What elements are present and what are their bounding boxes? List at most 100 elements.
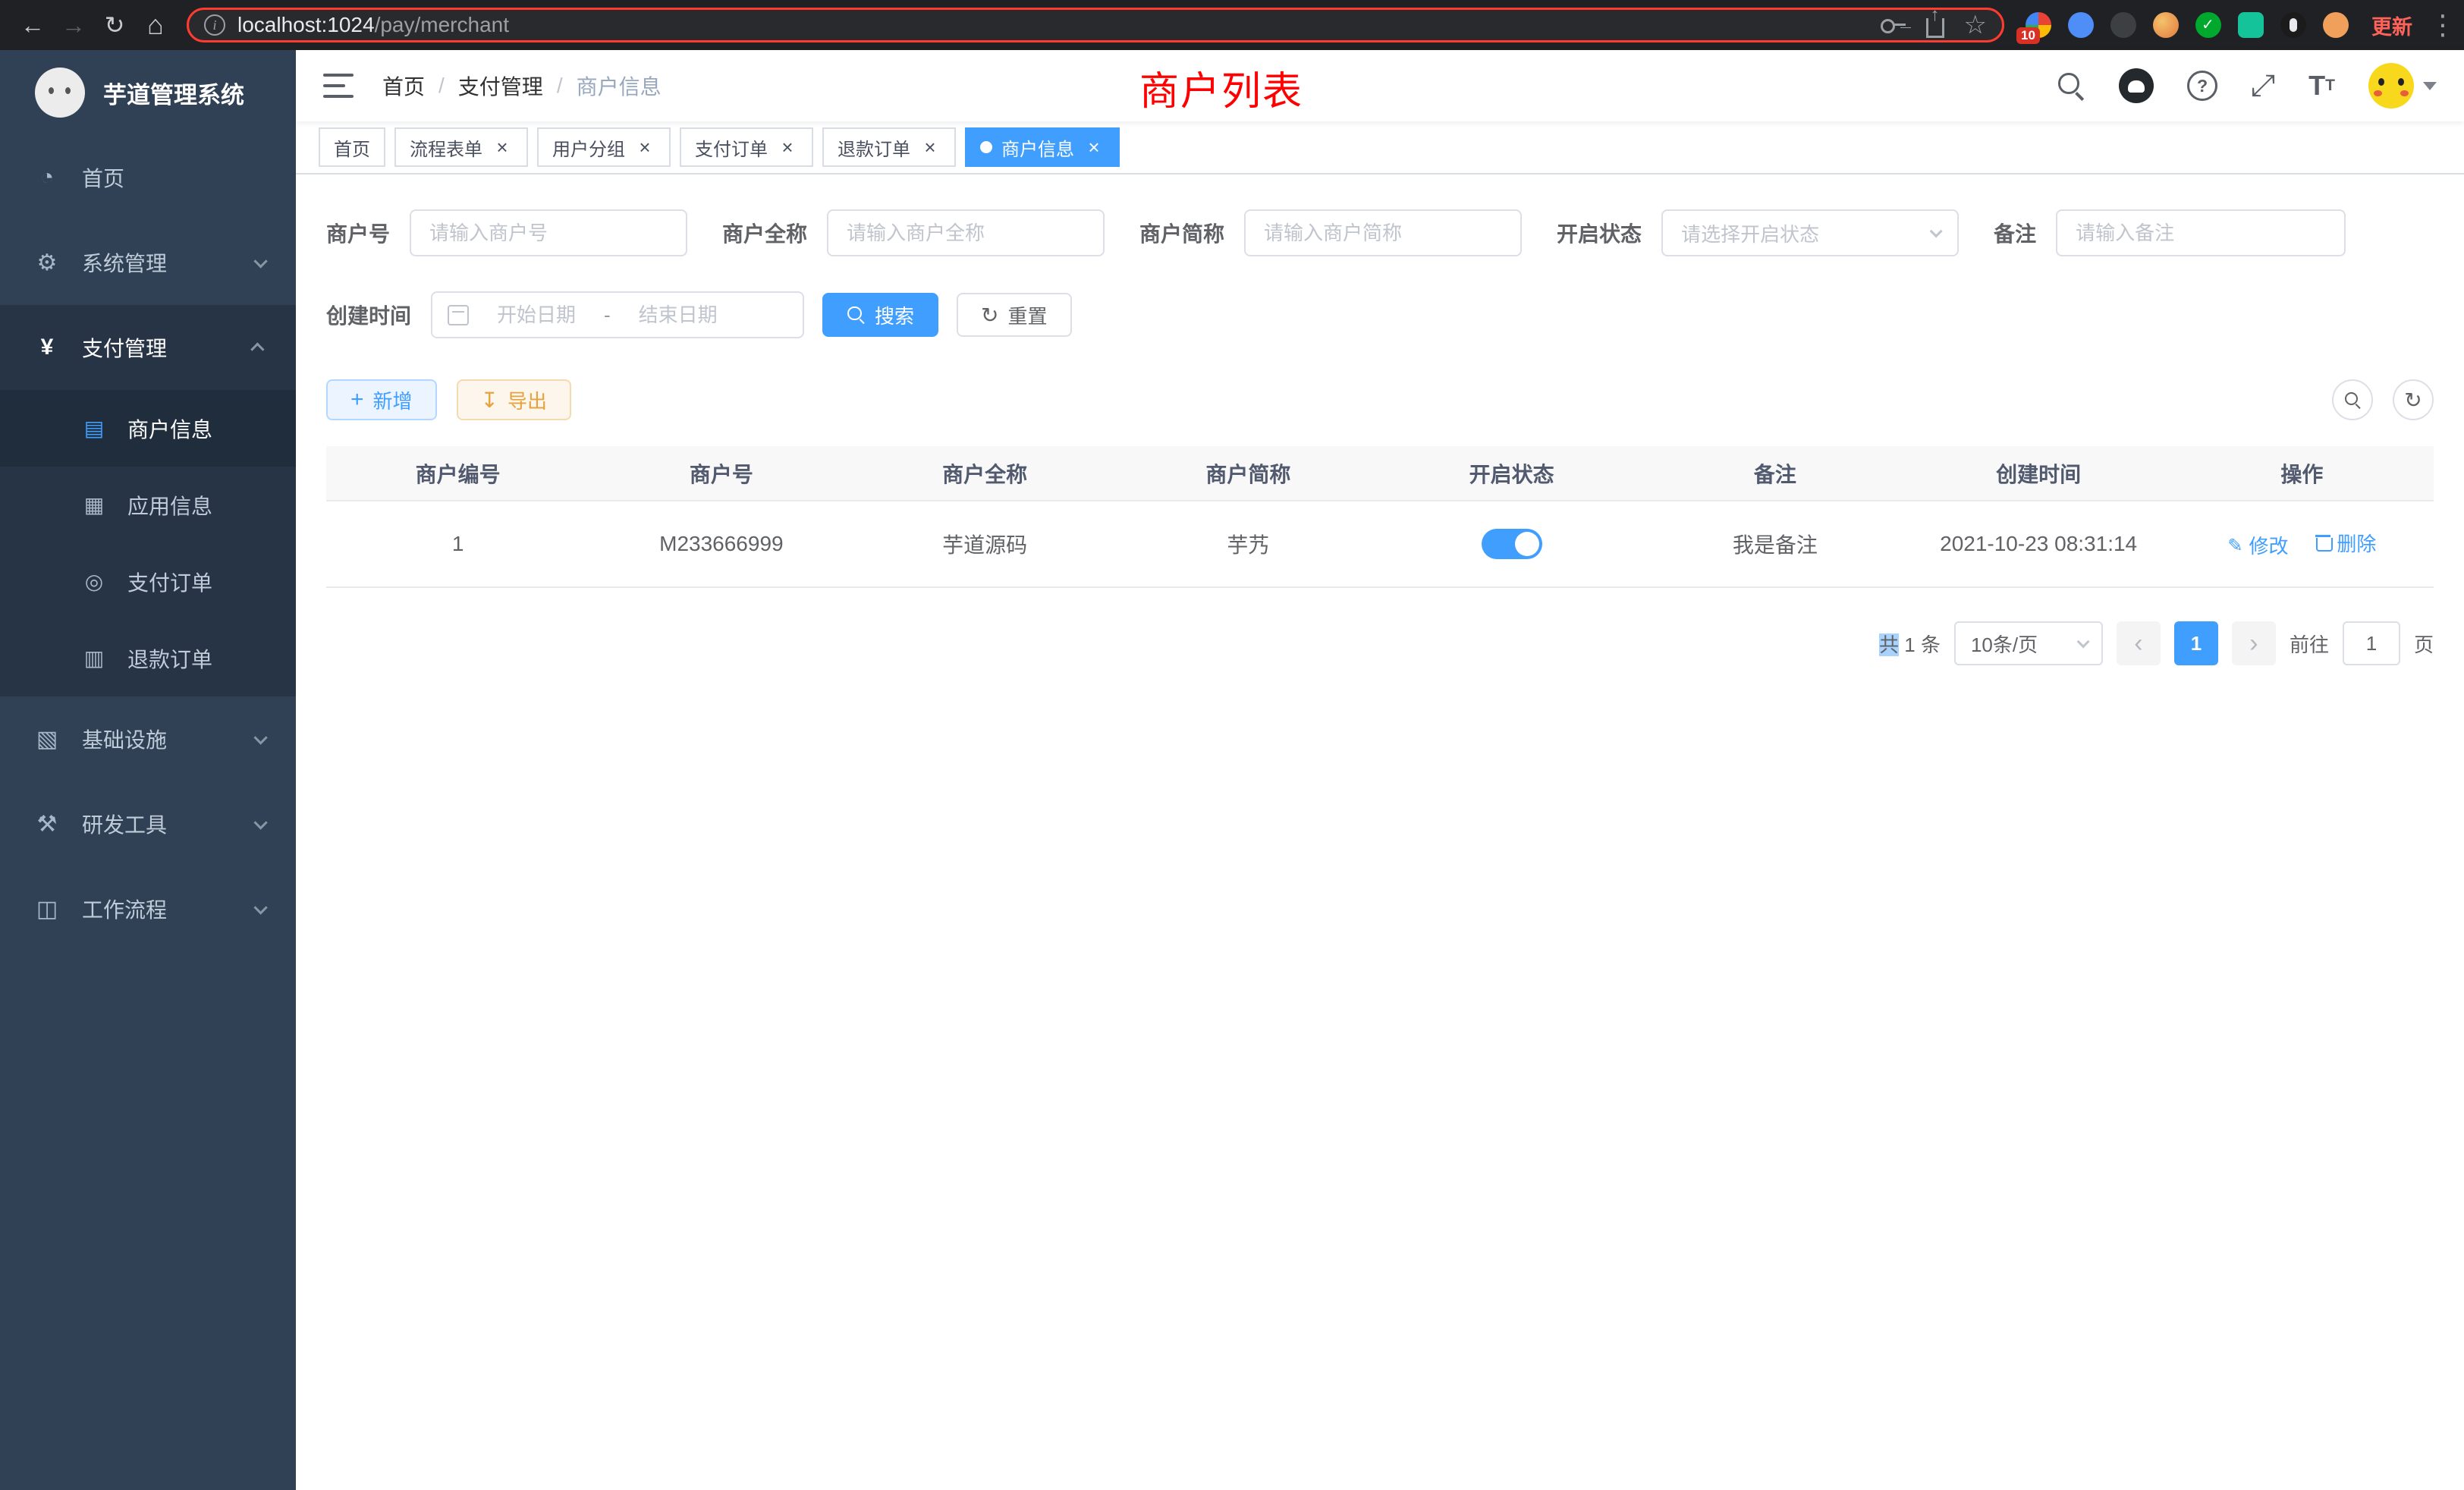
- url-text: localhost:1024/pay/merchant: [237, 13, 509, 37]
- download-icon: [481, 388, 498, 413]
- sidebar-item-workflow[interactable]: 工作流程: [0, 866, 296, 951]
- delete-link[interactable]: 删除: [2315, 529, 2376, 557]
- bookmark-star-icon[interactable]: [1964, 10, 1987, 40]
- breadcrumb-section[interactable]: 支付管理: [458, 71, 543, 101]
- close-icon[interactable]: [634, 137, 655, 158]
- share-icon[interactable]: [1926, 18, 1944, 38]
- full-name-input[interactable]: [827, 209, 1105, 256]
- breadcrumb: 首页 / 支付管理 / 商户信息: [382, 71, 662, 101]
- tab-home[interactable]: 首页: [319, 127, 385, 167]
- refresh-table-button[interactable]: [2393, 379, 2434, 420]
- refresh-icon: [981, 303, 998, 328]
- close-icon[interactable]: [919, 137, 941, 158]
- chevron-down-icon: [253, 254, 267, 268]
- search-icon[interactable]: [2057, 71, 2086, 100]
- tab-merchant-info[interactable]: 商户信息: [965, 127, 1120, 167]
- yen-icon: [32, 335, 62, 360]
- fullscreen-icon[interactable]: [2251, 69, 2275, 103]
- extension-icon[interactable]: 10: [2026, 12, 2051, 38]
- extension-icon[interactable]: [2195, 12, 2221, 38]
- sidebar-item-merchant-info[interactable]: 商户信息: [0, 390, 296, 467]
- col-status: 开启状态: [1380, 446, 1643, 501]
- edit-link[interactable]: 修改: [2227, 531, 2288, 559]
- extension-icon[interactable]: [2153, 12, 2179, 38]
- close-icon[interactable]: [1083, 137, 1105, 158]
- extension-icon[interactable]: [2238, 12, 2264, 38]
- user-avatar-menu[interactable]: [2368, 63, 2437, 108]
- start-date-input[interactable]: [479, 303, 593, 327]
- tab-user-group[interactable]: 用户分组: [537, 127, 671, 167]
- search-icon: [2344, 391, 2362, 409]
- font-size-icon[interactable]: [2308, 70, 2335, 102]
- full-name-label: 商户全称: [722, 218, 807, 248]
- date-range-picker[interactable]: -: [431, 291, 804, 338]
- sidebar-item-infrastructure[interactable]: 基础设施: [0, 696, 296, 781]
- browser-home-icon[interactable]: [135, 5, 176, 46]
- extension-icon[interactable]: [2110, 12, 2136, 38]
- cell-actions: 修改 删除: [2170, 501, 2434, 587]
- extensions-area: 10: [2026, 12, 2349, 38]
- remark-label: 备注: [1994, 218, 2036, 248]
- close-icon[interactable]: [777, 137, 798, 158]
- payment-submenu: 支付管理 商户信息 应用信息 支付订单 退款订单: [0, 305, 296, 696]
- short-name-input[interactable]: [1244, 209, 1522, 256]
- status-toggle[interactable]: [1482, 529, 1542, 559]
- sidebar-item-dev-tools[interactable]: 研发工具: [0, 781, 296, 866]
- browser-reload-icon[interactable]: [94, 5, 135, 46]
- sidebar-item-refund-order[interactable]: 退款订单: [0, 620, 296, 696]
- tab-process-form[interactable]: 流程表单: [394, 127, 528, 167]
- browser-forward-icon[interactable]: [53, 5, 94, 46]
- close-icon[interactable]: [492, 137, 513, 158]
- app-title: 芋道管理系统: [103, 76, 244, 110]
- password-key-icon[interactable]: [1881, 17, 1906, 33]
- breadcrumb-home[interactable]: 首页: [382, 71, 425, 101]
- chrome-update-button[interactable]: 更新: [2371, 11, 2412, 40]
- browser-back-icon[interactable]: [12, 5, 53, 46]
- sidebar-item-pay-order[interactable]: 支付订单: [0, 543, 296, 620]
- page-number-button[interactable]: 1: [2174, 621, 2218, 665]
- sidebar-item-payment[interactable]: 支付管理: [0, 305, 296, 390]
- status-select[interactable]: 请选择开启状态: [1661, 209, 1959, 256]
- toggle-search-button[interactable]: [2332, 379, 2373, 420]
- reset-button[interactable]: 重置: [957, 293, 1071, 337]
- chevron-up-icon: [250, 342, 264, 356]
- extension-badge: 10: [2016, 27, 2040, 44]
- help-icon[interactable]: ?: [2187, 71, 2217, 101]
- remark-input[interactable]: [2056, 209, 2346, 256]
- tab-refund-order[interactable]: 退款订单: [822, 127, 956, 167]
- next-page-button[interactable]: [2232, 621, 2276, 665]
- top-header: 首页 / 支付管理 / 商户信息 商户列表 ?: [296, 50, 2464, 121]
- site-info-icon[interactable]: i: [204, 14, 225, 36]
- merchant-no-input[interactable]: [410, 209, 687, 256]
- prev-page-button[interactable]: [2117, 621, 2161, 665]
- export-button[interactable]: 导出: [457, 379, 571, 420]
- collapse-sidebar-icon[interactable]: [323, 74, 354, 98]
- chevron-down-icon: [253, 731, 267, 744]
- end-date-input[interactable]: [621, 303, 735, 327]
- extension-icon[interactable]: [2068, 12, 2094, 38]
- edit-icon: [2227, 533, 2242, 557]
- profile-avatar-icon[interactable]: [2323, 12, 2349, 38]
- grid-icon: [79, 492, 109, 517]
- sidebar-item-home[interactable]: 首页: [0, 135, 296, 220]
- sidebar: 芋道管理系统 首页 系统管理 支付管理 商户信息: [0, 50, 296, 1490]
- search-button[interactable]: 搜索: [822, 293, 938, 337]
- gear-icon: [32, 250, 62, 276]
- sidebar-item-app-info[interactable]: 应用信息: [0, 467, 296, 543]
- app-logo[interactable]: 芋道管理系统: [0, 50, 296, 135]
- browser-menu-icon[interactable]: [2429, 9, 2452, 41]
- github-icon[interactable]: [2119, 68, 2154, 103]
- sidebar-item-system[interactable]: 系统管理: [0, 220, 296, 305]
- extension-icon[interactable]: [2280, 12, 2306, 38]
- cell-merchant-no: M233666999: [589, 501, 853, 587]
- add-button[interactable]: 新增: [326, 379, 437, 420]
- merchant-card-icon: [79, 416, 109, 441]
- page-unit-label: 页: [2414, 630, 2434, 658]
- tab-pay-order[interactable]: 支付订单: [680, 127, 813, 167]
- workflow-icon: [32, 896, 62, 923]
- goto-page-input[interactable]: [2343, 621, 2400, 665]
- page-size-select[interactable]: 10条/页: [1954, 621, 2103, 665]
- merchant-table: 商户编号 商户号 商户全称 商户简称 开启状态 备注 创建时间 操作 1 M23…: [326, 446, 2434, 588]
- search-icon: [847, 306, 866, 325]
- address-bar[interactable]: i localhost:1024/pay/merchant: [187, 8, 2004, 42]
